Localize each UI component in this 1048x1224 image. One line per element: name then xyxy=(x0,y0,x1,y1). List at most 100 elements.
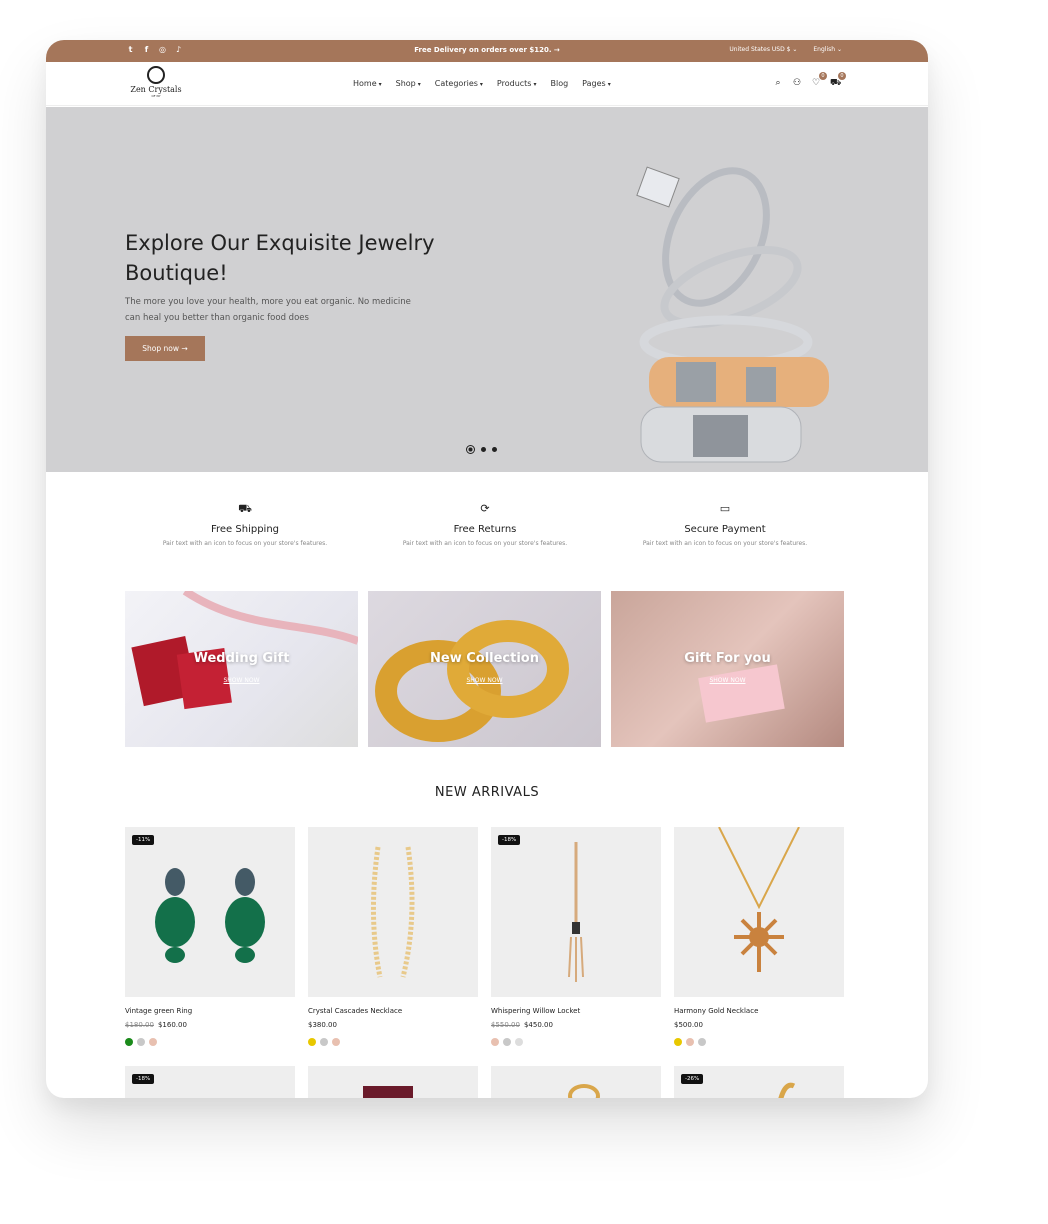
sale-badge: -26% xyxy=(681,1074,704,1084)
header-icons: ⌕ ⚇ ♡ 0 ⛟ 0 xyxy=(773,72,846,88)
swatch[interactable] xyxy=(515,1038,523,1046)
arrow-right-icon: → xyxy=(553,46,560,54)
product-card[interactable]: Harmony Gold Necklace $500.00 xyxy=(674,826,844,1046)
search-icon[interactable]: ⌕ xyxy=(773,78,783,88)
nav-item-categories[interactable]: Categories ▾ xyxy=(435,79,483,88)
product-card[interactable]: Crystal Cascades Necklace $380.00 xyxy=(308,827,478,1046)
swatch[interactable] xyxy=(320,1038,328,1046)
product-name[interactable]: Whispering Willow Locket xyxy=(491,1007,661,1015)
feature-title: Free Returns xyxy=(453,524,517,535)
product-price: $550.00 $450.00 xyxy=(491,1021,661,1029)
nav-item-blog[interactable]: Blog xyxy=(550,79,568,88)
collection-title: New Collection xyxy=(430,651,539,666)
product-grid-row-2: -18% -26% xyxy=(125,1066,844,1098)
collection-gift-for-you[interactable]: Gift For you SHOW NOW xyxy=(611,591,844,747)
nav-item-pages[interactable]: Pages ▾ xyxy=(582,79,611,88)
chevron-down-icon: ▾ xyxy=(533,81,537,88)
feature-text: Pair text with an icon to focus on your … xyxy=(642,540,808,547)
wishlist-count-badge: 0 xyxy=(819,72,827,80)
color-swatches xyxy=(125,1038,295,1046)
hero-text: The more you love your health, more you … xyxy=(125,297,411,323)
rings-image xyxy=(636,166,829,463)
product-grid: -11% Vintage green Ring $180.00$160.00 xyxy=(125,826,844,1046)
chevron-down-icon: ▾ xyxy=(479,81,483,88)
logo-mark xyxy=(147,66,165,84)
show-now-link[interactable]: SHOW NOW xyxy=(368,677,601,684)
shop-now-button[interactable]: Shop now → xyxy=(125,336,205,361)
collection-new[interactable]: New Collection SHOW NOW xyxy=(368,591,601,747)
swatch[interactable] xyxy=(137,1038,145,1046)
color-swatches xyxy=(674,1038,844,1046)
gift-for-you-image xyxy=(698,664,785,723)
product-thumb xyxy=(568,1084,600,1098)
slider-dot-2[interactable] xyxy=(481,447,486,452)
cart-icon[interactable]: ⛟ 0 xyxy=(830,72,846,88)
necklace-image xyxy=(370,846,415,978)
locale-selectors: United States USD $ ⌄ English ⌄ xyxy=(729,46,842,53)
current-price: $160.00 xyxy=(157,1021,187,1029)
refresh-icon: ⟳ xyxy=(480,502,490,515)
swatch[interactable] xyxy=(503,1038,511,1046)
arrow-right-icon: → xyxy=(181,344,188,353)
product-image[interactable] xyxy=(308,827,478,997)
sale-badge: -11% xyxy=(132,835,155,845)
color-swatches xyxy=(491,1038,661,1046)
swatch[interactable] xyxy=(308,1038,316,1046)
product-card[interactable]: -11% Vintage green Ring $180.00 $160.00 xyxy=(125,827,295,1046)
show-now-link[interactable]: SHOW NOW xyxy=(125,677,358,684)
credit-card-icon: ▭ xyxy=(719,502,731,515)
swatch[interactable] xyxy=(674,1038,682,1046)
old-price: $180.00 xyxy=(125,1021,154,1029)
show-now-link[interactable]: SHOW NOW xyxy=(611,677,844,684)
user-icon[interactable]: ⚇ xyxy=(792,78,802,88)
nav-item-products[interactable]: Products ▾ xyxy=(497,79,537,88)
swatch[interactable] xyxy=(332,1038,340,1046)
cart-count-badge: 0 xyxy=(838,72,846,80)
product-name[interactable]: Harmony Gold Necklace xyxy=(674,1007,844,1015)
swatch[interactable] xyxy=(125,1038,133,1046)
product-image[interactable]: -18% xyxy=(491,827,661,997)
currency-select[interactable]: United States USD $ ⌄ xyxy=(729,46,797,53)
logo[interactable]: Zen Crystals OF NY xyxy=(124,66,188,102)
feature-title: Secure Payment xyxy=(684,524,766,535)
chevron-down-icon: ⌄ xyxy=(836,46,842,53)
collection-banners: Wedding Gift SHOW NOW New Collection SHO… xyxy=(125,591,844,747)
swatch[interactable] xyxy=(491,1038,499,1046)
chevron-down-icon: ▾ xyxy=(607,81,611,88)
new-arrivals-title: NEW ARRIVALS xyxy=(434,785,540,800)
product-name[interactable]: Vintage green Ring xyxy=(125,1007,295,1015)
product-image[interactable]: -11% xyxy=(125,827,295,997)
product-image[interactable]: -26% xyxy=(674,1066,844,1098)
product-image[interactable] xyxy=(491,1066,661,1098)
product-price: $500.00 xyxy=(674,1021,844,1029)
heart-icon[interactable]: ♡ 0 xyxy=(811,72,827,88)
product-image[interactable] xyxy=(674,826,844,997)
feature-shipping: ⛟ Free Shipping Pair text with an icon t… xyxy=(125,502,365,547)
current-price: $500.00 xyxy=(674,1021,703,1029)
sale-badge: -18% xyxy=(132,1074,155,1084)
slider-dot-3[interactable] xyxy=(492,447,497,452)
current-price: $450.00 xyxy=(523,1021,553,1029)
current-price: $380.00 xyxy=(308,1021,337,1029)
slider-dots xyxy=(466,445,497,454)
nav-item-shop[interactable]: Shop ▾ xyxy=(396,79,421,88)
product-name[interactable]: Crystal Cascades Necklace xyxy=(308,1007,478,1015)
product-image[interactable]: -18% xyxy=(125,1066,295,1098)
collection-title: Wedding Gift xyxy=(193,651,290,666)
product-card[interactable]: -18% Whispering Willow Locket $550.00 $45… xyxy=(491,827,661,1046)
swatch[interactable] xyxy=(686,1038,694,1046)
swatch[interactable] xyxy=(698,1038,706,1046)
site-header: Zen Crystals OF NY Home ▾ Shop ▾ Categorie… xyxy=(46,62,928,106)
slider-dot-1[interactable] xyxy=(466,445,475,454)
collection-wedding-gift[interactable]: Wedding Gift SHOW NOW xyxy=(125,591,358,747)
nav-item-home[interactable]: Home ▾ xyxy=(353,79,382,88)
logo-name: Zen Crystals xyxy=(130,85,182,94)
truck-icon: ⛟ xyxy=(238,502,252,515)
feature-text: Pair text with an icon to focus on your … xyxy=(162,540,328,547)
chevron-down-icon: ▾ xyxy=(378,81,382,88)
swatch[interactable] xyxy=(149,1038,157,1046)
feature-title: Free Shipping xyxy=(210,524,280,535)
language-select[interactable]: English ⌄ xyxy=(813,46,842,53)
product-image[interactable] xyxy=(308,1066,478,1098)
old-price: $550.00 xyxy=(491,1021,520,1029)
